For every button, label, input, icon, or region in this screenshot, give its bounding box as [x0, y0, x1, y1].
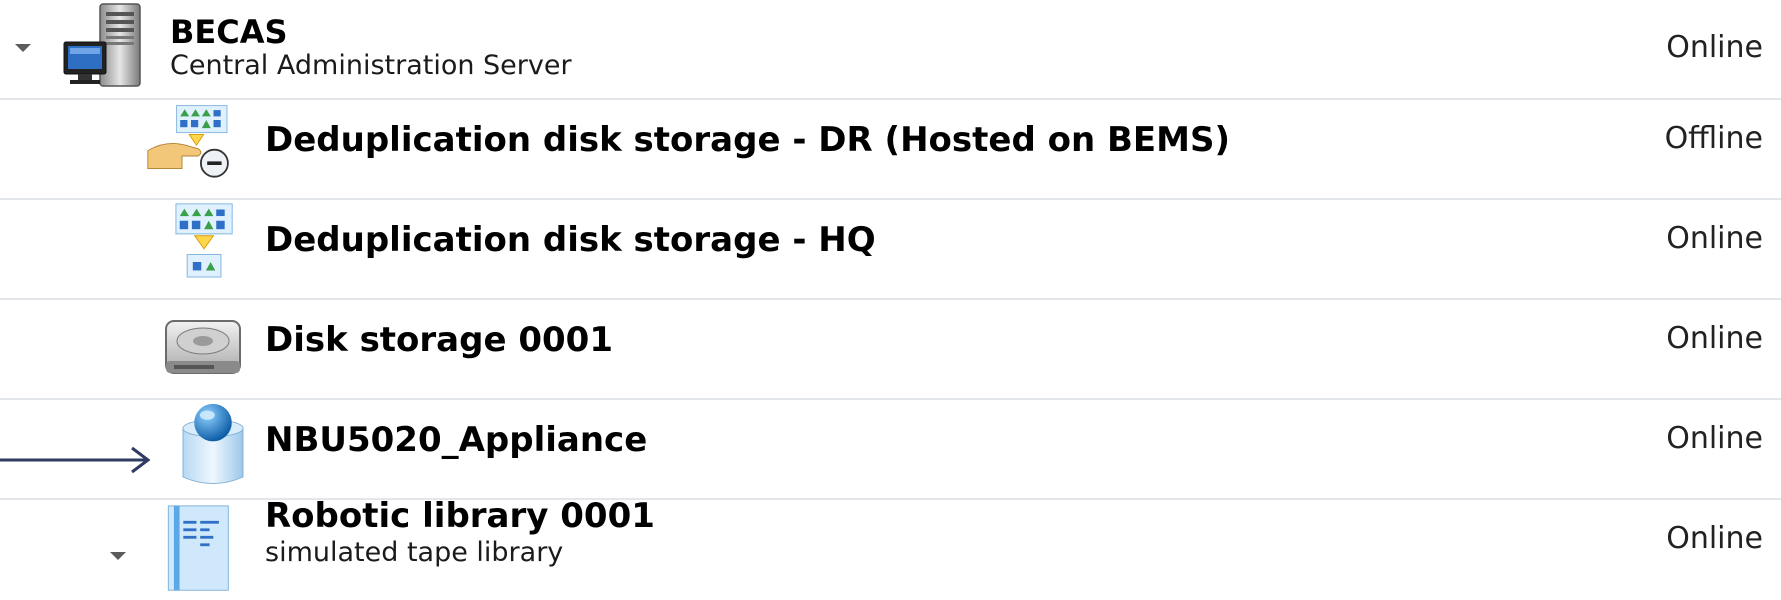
status-text: Online	[1666, 421, 1763, 456]
status-text: Online	[1666, 221, 1763, 256]
item-title: Deduplication disk storage - DR (Hosted …	[265, 120, 1231, 160]
status-text: Online	[1666, 30, 1763, 65]
expand-arrow-icon[interactable]	[15, 44, 31, 52]
deduplication-storage-icon	[175, 203, 233, 278]
item-title: Disk storage 0001	[265, 320, 613, 360]
status-text: Offline	[1664, 121, 1763, 156]
deduplication-storage-offline-icon	[147, 105, 229, 178]
hard-disk-icon	[165, 320, 241, 374]
status-text: Online	[1666, 521, 1763, 556]
tree-row-dedup-dr[interactable]: Deduplication disk storage - DR (Hosted …	[0, 100, 1781, 200]
tree-row-robotic-library[interactable]: Robotic library 0001 simulated tape libr…	[0, 496, 1781, 600]
arrow-right-icon	[0, 446, 151, 474]
item-title: Deduplication disk storage - HQ	[265, 220, 876, 260]
appliance-icon	[182, 403, 244, 485]
server-icon	[63, 3, 141, 87]
item-title: BECAS	[170, 13, 288, 51]
tree-row-disk-storage[interactable]: Disk storage 0001 Online	[0, 300, 1781, 400]
tape-library-icon	[167, 505, 229, 591]
storage-tree: BECAS Central Administration Server Onli…	[0, 0, 1781, 596]
tree-row-becas[interactable]: BECAS Central Administration Server Onli…	[0, 0, 1781, 100]
item-subtitle: simulated tape library	[265, 537, 564, 568]
tree-row-dedup-hq[interactable]: Deduplication disk storage - HQ Online	[0, 200, 1781, 300]
tree-row-appliance[interactable]: NBU5020_Appliance Online	[0, 400, 1781, 500]
status-text: Online	[1666, 321, 1763, 356]
item-title: Robotic library 0001	[265, 496, 655, 536]
item-title: NBU5020_Appliance	[265, 420, 648, 460]
expand-arrow-icon[interactable]	[110, 552, 126, 560]
item-subtitle: Central Administration Server	[170, 50, 572, 81]
